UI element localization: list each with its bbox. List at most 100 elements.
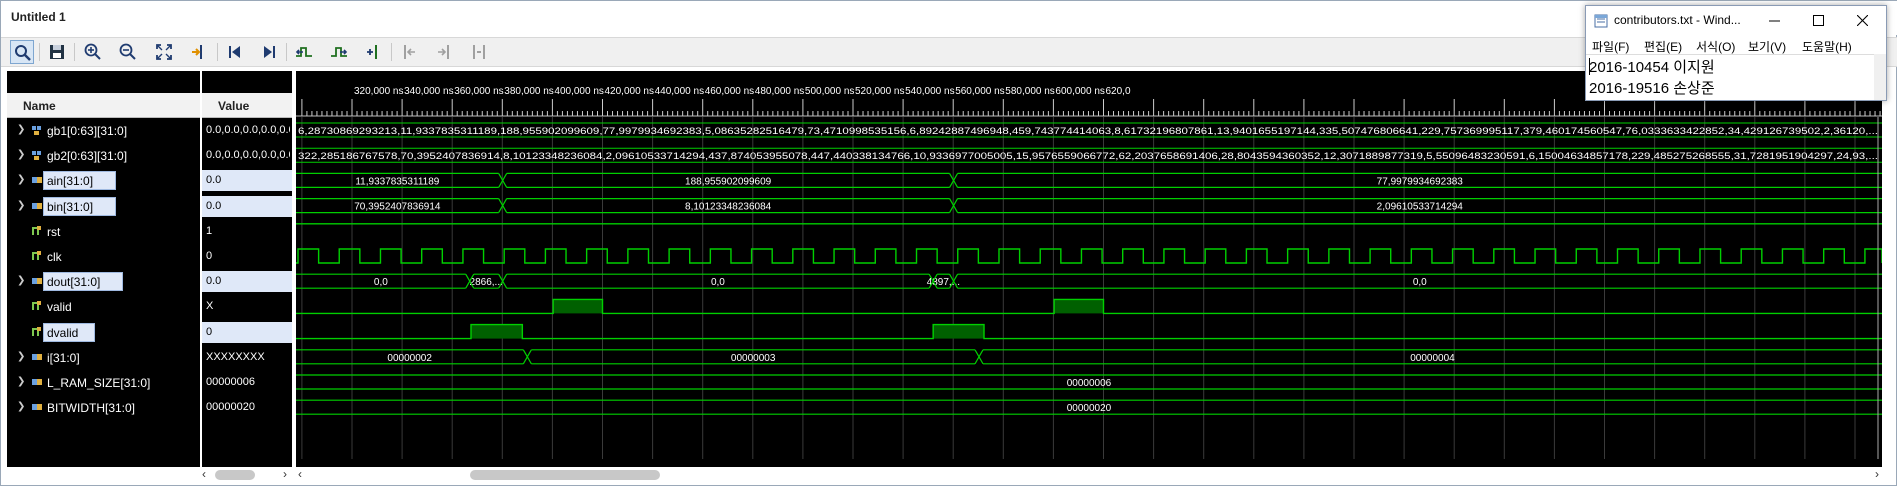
minimize-button[interactable] [1752,8,1796,34]
waveform-canvas[interactable]: 320,000 ns 340,000 ns 360,000 ns 380,000 ns… [296,71,1882,467]
signal-value: XXXXXXXX [206,350,265,363]
dout-value-label: 0,0 [1413,277,1427,288]
dout-value-label: 0,0 [374,277,388,288]
close-icon [1857,15,1868,26]
signal-row-gb1[interactable]: ❯ gb1[0:63][31:0] [7,118,200,143]
zoom-in-icon[interactable] [81,40,105,64]
signal-name: gb2[0:63][31:0] [47,149,128,164]
notepad-menubar: 파일(F) 편집(E) 서식(O) 보기(V) 도움말(H) [1586,36,1886,54]
notepad-scrollbar[interactable] [1874,54,1886,100]
value-cell-gb2: 0.0,0.0,0.0,0.0,0.0,0.0,0.0,0.0 [202,143,292,168]
value-cell-bitwidth: 00000020 [202,395,292,420]
window-title: Untitled 1 [11,10,66,24]
signal-row-bitwidth[interactable]: ❯ BITWIDTH[31:0] [7,395,200,420]
signal-row-gb2[interactable]: ❯ gb2[0:63][31:0] [7,143,200,168]
menu-view[interactable]: 보기(V) [1748,38,1786,55]
signal-row-rst[interactable]: rst [7,219,200,244]
time-tick-label: 500,000 ns [805,86,855,97]
vivado-waveform-window: Untitled 1 Name ❯ gb1[0:63][31:0] ❯ gb2[0:6… [0,0,1897,486]
value-column-header[interactable]: Value [202,93,292,118]
menu-file[interactable]: 파일(F) [1592,38,1629,55]
maximize-button[interactable] [1796,8,1840,34]
time-tick-label: 360,000 ns [454,86,504,97]
signal-row-valid[interactable]: valid [7,294,200,319]
name-column-header[interactable]: Name [7,93,200,118]
notepad-window[interactable]: contributors.txt - Wind... 파일(F) 편집(E) 서… [1585,5,1887,101]
add-marker-icon[interactable] [362,40,386,64]
notepad-text-area[interactable]: 2016-10454 이지원 2016-19516 손상준 [1586,54,1886,101]
value-cell-rst: 1 [202,219,292,244]
signal-name: ain[31:0] [47,174,94,189]
expand-chevron-icon[interactable]: ❯ [17,376,25,387]
signal-row-ain[interactable]: ❯ ain[31:0] [7,168,200,193]
menu-help[interactable]: 도움말(H) [1802,38,1852,55]
signal-row-clk[interactable]: clk [7,244,200,269]
signal-name: clk [47,250,62,264]
ain-value-label: 188,955902099609 [685,176,772,187]
go-to-cursor-icon[interactable] [187,40,211,64]
bin-value-label: 70,3952407836914 [354,202,441,213]
expand-chevron-icon[interactable]: ❯ [17,174,25,185]
value-cell-valid: X [202,294,292,319]
zoom-fit-icon[interactable] [152,40,176,64]
value-cell-l-ram-size: 00000006 [202,370,292,395]
signal-row-i[interactable]: ❯ i[31:0] [7,345,200,370]
expand-chevron-icon[interactable]: ❯ [17,351,25,362]
ain-value-label: 11,9337835311189 [355,176,439,187]
signal-name: dvalid [47,325,79,340]
menu-edit[interactable]: 편집(E) [1644,38,1682,55]
go-to-time-zero-icon[interactable] [223,40,247,64]
gb2-wave-text: 322,285186767578,70,3952407836914,8,1012… [298,151,1878,162]
previous-transition-icon[interactable] [292,40,316,64]
signal-value: 0 [206,250,213,262]
notepad-icon [1594,14,1608,28]
waveform-scrollbar[interactable] [470,470,660,480]
expand-chevron-icon[interactable]: ❯ [17,124,25,135]
go-to-last-time-icon[interactable] [257,40,281,64]
wave-scroll-right-arrow[interactable]: › [1875,467,1879,481]
horizontal-scrollbars: ‹ › ‹ › [5,467,1892,483]
clk-trace [296,248,1882,264]
signal-value: 0.0 [206,199,222,212]
valid-pulse-fill [553,299,603,314]
previous-marker-icon[interactable] [397,40,421,64]
signal-name: L_RAM_SIZE[31:0] [47,376,151,390]
next-transition-icon[interactable] [327,40,351,64]
value-column-scrollbar[interactable] [215,470,255,480]
value-cell-dvalid: 0 [202,320,292,345]
value-cell-ain: 0.0 [202,168,292,193]
time-tick-label: 420,000 ns [605,86,655,97]
time-tick-label: 540,000 ns [905,86,955,97]
dvalid-pulse-fill [933,324,985,339]
menu-format[interactable]: 서식(O) [1696,38,1735,55]
signal-row-l-ram-size[interactable]: ❯ L_RAM_SIZE[31:0] [7,370,200,395]
i-transition [974,349,984,365]
signal-row-dout[interactable]: ❯ dout[31:0] [7,269,200,294]
signal-value: 0.0,0.0,0.0,0.0,0.0,0.0,0.0,0.0 [206,149,290,162]
value-cell-clk: 0 [202,244,292,269]
minimize-icon [1769,20,1780,22]
value-cell-dout: 0.0 [202,269,292,294]
wave-scroll-left-arrow[interactable]: ‹ [298,467,302,481]
signal-value: 1 [206,224,213,237]
notepad-title: contributors.txt - Wind... [1614,13,1741,27]
expand-chevron-icon[interactable]: ❯ [17,200,25,211]
expand-chevron-icon[interactable]: ❯ [17,275,25,286]
time-tick-label: 480,000 ns [755,86,805,97]
next-marker-icon[interactable] [432,40,456,64]
expand-chevron-icon[interactable]: ❯ [17,149,25,160]
save-icon[interactable] [45,40,69,64]
signal-row-bin[interactable]: ❯ bin[31:0] [7,194,200,219]
close-button[interactable] [1840,8,1884,34]
signal-row-dvalid[interactable]: dvalid [7,320,200,345]
scroll-right-arrow[interactable]: › [283,467,287,481]
ain-value-label: 77,9979934692383 [1377,176,1464,187]
zoom-out-icon[interactable] [116,40,140,64]
select-icon[interactable] [10,40,34,64]
expand-chevron-icon[interactable]: ❯ [17,401,25,412]
scroll-left-arrow[interactable]: ‹ [202,467,206,481]
time-tick-label: 560,000 ns [955,86,1005,97]
signal-name-column: Name ❯ gb1[0:63][31:0] ❯ gb2[0:63][31:0] ❯ ai… [7,71,200,483]
maximize-icon [1813,15,1824,26]
swap-cursors-icon[interactable] [467,40,491,64]
